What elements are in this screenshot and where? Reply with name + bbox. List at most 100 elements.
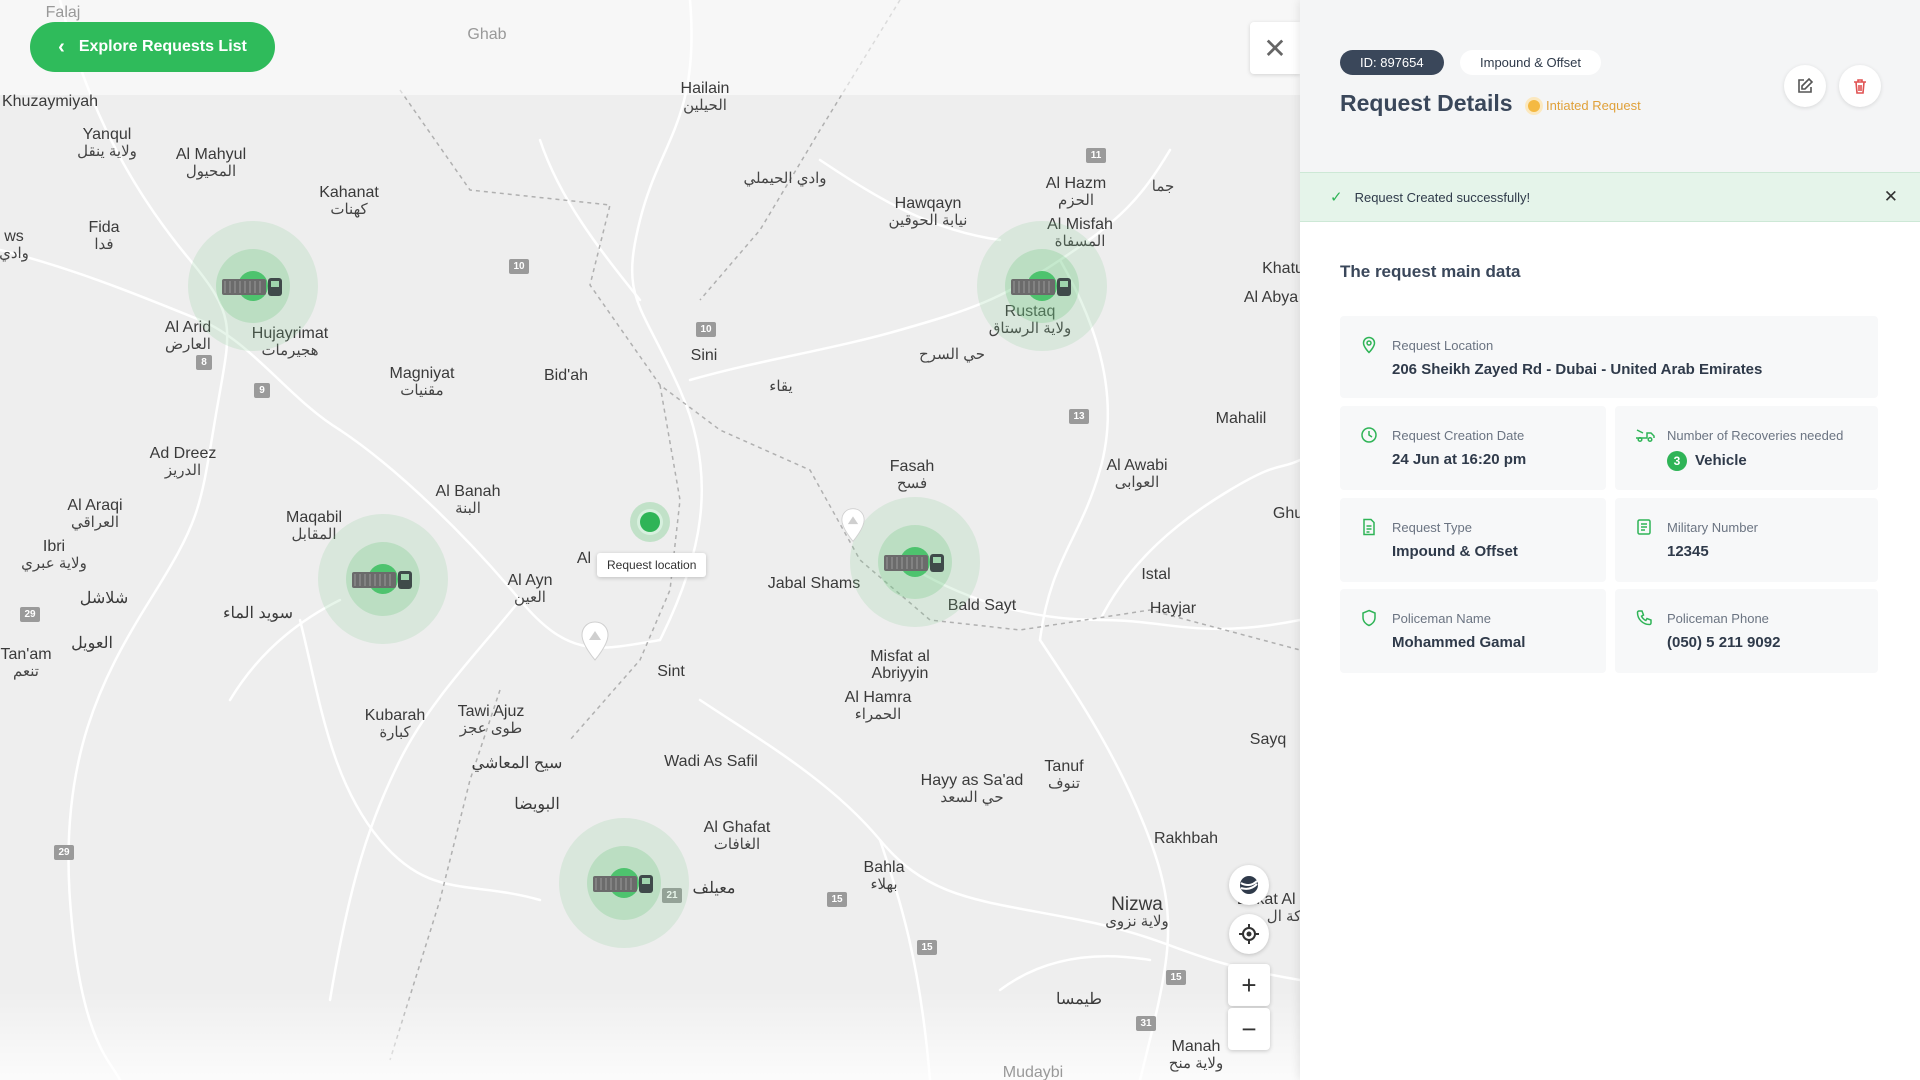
map-place: Kahanat كهنات <box>319 184 379 218</box>
policeman-phone-card: Policeman Phone (050) 5 211 9092 <box>1615 589 1878 673</box>
map-place: العويل <box>71 635 113 652</box>
map-place: Rakhbah <box>1153 830 1219 847</box>
map-place: Sint <box>657 663 685 680</box>
map-place: Ad Dreez الدريز <box>149 445 217 479</box>
phone-icon <box>1636 610 1652 626</box>
globe-icon <box>1240 876 1258 894</box>
map-place: Fida فدا <box>88 219 120 253</box>
map-place: شلاشل <box>79 590 129 607</box>
status-label: Intiated Request <box>1546 98 1641 113</box>
request-location-marker[interactable] <box>630 502 670 542</box>
map-place: Bid'ah <box>544 367 588 384</box>
map-place: معيلف <box>692 880 736 897</box>
map-place: Tanuf تنوف <box>1044 758 1084 792</box>
road-shield: 29 <box>20 607 40 622</box>
map-place: سويد الماء <box>223 605 293 622</box>
card-value: (050) 5 211 9092 <box>1667 634 1781 651</box>
map-place: Al Awabi العوابى <box>1106 457 1168 491</box>
status-badge: Intiated Request <box>1528 98 1641 113</box>
road-shield: 29 <box>54 845 74 860</box>
zoom-out-button[interactable]: − <box>1228 1008 1270 1050</box>
vehicle-cluster-marker[interactable] <box>977 221 1107 351</box>
recoveries-unit: Vehicle <box>1695 451 1747 469</box>
my-location-button[interactable] <box>1229 914 1269 954</box>
map-place: Magniyat مقنيات <box>389 365 455 399</box>
zoom-in-button[interactable]: + <box>1228 964 1270 1006</box>
map-place: Mudaybi <box>1002 1064 1064 1080</box>
delete-button[interactable] <box>1839 65 1881 107</box>
map-place: سيح المعاشي <box>471 755 563 772</box>
map-place: Istal <box>1141 566 1171 583</box>
vehicle-cluster-marker[interactable] <box>559 818 689 948</box>
map-place: Ghab <box>467 26 507 43</box>
map-place: Manah ولاية منح <box>1168 1038 1224 1072</box>
trash-icon <box>1854 79 1866 94</box>
map-place: Al Abya <box>1243 289 1299 306</box>
id-card-icon <box>1637 519 1651 535</box>
truck-icon <box>884 554 944 572</box>
explore-requests-button[interactable]: ‹ Explore Requests List <box>30 22 275 72</box>
map-place: Mahalil <box>1215 410 1267 427</box>
close-alert-icon[interactable]: ✕ <box>1884 187 1898 207</box>
page-title: Request Details <box>1340 90 1513 116</box>
creation-date-card: Request Creation Date 24 Jun at 16:20 pm <box>1340 406 1606 490</box>
card-value: 24 Jun at 16:20 pm <box>1392 451 1527 468</box>
policeman-name-card: Policeman Name Mohammed Gamal <box>1340 589 1606 673</box>
road-shield: 10 <box>696 322 716 337</box>
map-place: Ghu <box>1272 505 1300 522</box>
close-map-button[interactable]: ✕ <box>1250 22 1300 74</box>
vehicle-cluster-marker[interactable] <box>188 221 318 351</box>
map-place: Sini <box>690 347 718 364</box>
road-shield: 13 <box>1069 409 1089 424</box>
map-place: البويضا <box>514 796 560 813</box>
map-view[interactable]: Falaj Ghab Hailain الحيلين Khuzaymiyah Ya… <box>0 0 1300 1080</box>
road-shield: 15 <box>827 892 847 907</box>
map-place: Tawi Ajuz طوى عجز <box>457 703 525 737</box>
map-place: جما <box>1151 178 1175 195</box>
recoveries-card: Number of Recoveries needed 3 Vehicle <box>1615 406 1878 490</box>
chevron-left-icon: ‹ <box>58 36 65 58</box>
map-place: Kubarah كبارة <box>364 707 426 741</box>
status-dot-icon <box>1528 99 1540 112</box>
road-shield: 9 <box>254 383 270 398</box>
request-type-card: Request Type Impound & Offset <box>1340 498 1606 582</box>
panel-header: ID: 897654 Impound & Offset Request Deta… <box>1300 0 1920 172</box>
card-label: Military Number <box>1667 520 1759 535</box>
truck-icon <box>222 278 282 296</box>
map-place: Tan'am تنعم <box>0 646 52 680</box>
vehicle-cluster-marker[interactable] <box>850 497 980 627</box>
recoveries-count-badge: 3 <box>1667 451 1687 471</box>
map-place: Al Ghafat الغافات <box>703 819 771 853</box>
card-label: Number of Recoveries needed <box>1667 428 1844 443</box>
card-label: Request Location <box>1392 338 1494 353</box>
card-label: Request Type <box>1392 520 1472 535</box>
card-label: Policeman Phone <box>1667 611 1769 626</box>
map-place: يقاء <box>769 378 793 395</box>
request-location-label: Request location <box>597 553 707 577</box>
road-shield: 8 <box>196 355 212 370</box>
map-place: Al Araqi العراقي <box>67 497 123 531</box>
map-bottom-fade <box>0 990 1300 1080</box>
map-place: طيمسا <box>1056 991 1102 1008</box>
alert-text: Request Created successfully! <box>1354 189 1531 205</box>
document-icon <box>1363 518 1375 536</box>
map-place: Al Ayn العين <box>507 572 553 606</box>
map-pin-icon <box>581 621 609 661</box>
map-place: Khuzaymiyah <box>1 93 99 110</box>
request-id-badge: ID: 897654 <box>1340 50 1444 75</box>
map-place: ws وادي <box>0 228 29 262</box>
truck-icon <box>1011 278 1071 296</box>
road-shield: 10 <box>509 259 529 274</box>
request-details-panel: ID: 897654 Impound & Offset Request Deta… <box>1300 0 1920 1080</box>
road-shield: 15 <box>917 940 937 955</box>
card-value: Mohammed Gamal <box>1392 634 1526 651</box>
card-value: Impound & Offset <box>1392 543 1518 560</box>
request-location-card: Request Location 206 Sheikh Zayed Rd - D… <box>1340 316 1878 398</box>
vehicle-cluster-marker[interactable] <box>318 514 448 644</box>
map-place: Al <box>576 550 592 567</box>
layers-toggle-button[interactable] <box>1229 865 1269 905</box>
map-pin-icon <box>841 508 865 542</box>
map-place: Al Hazm الحزم <box>1045 175 1107 209</box>
edit-button[interactable] <box>1784 65 1826 107</box>
map-place: Jabal Shams <box>767 575 861 592</box>
